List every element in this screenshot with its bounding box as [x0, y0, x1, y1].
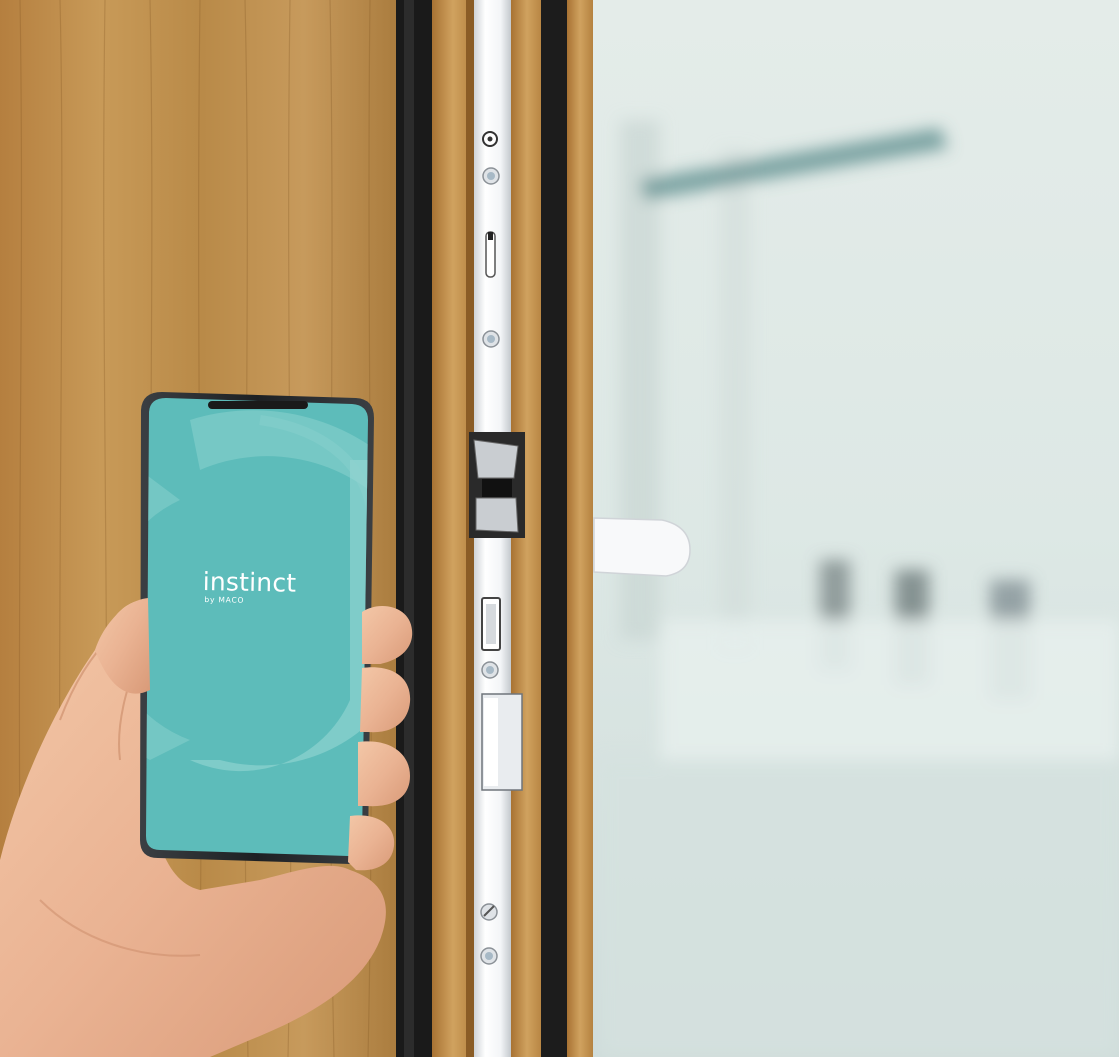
app-logo: instinct by MACO — [202, 567, 363, 608]
app-name: instinct — [202, 567, 297, 598]
photo-illustration — [0, 0, 1119, 1057]
product-photo: instinct by MACO — [0, 0, 1119, 1057]
